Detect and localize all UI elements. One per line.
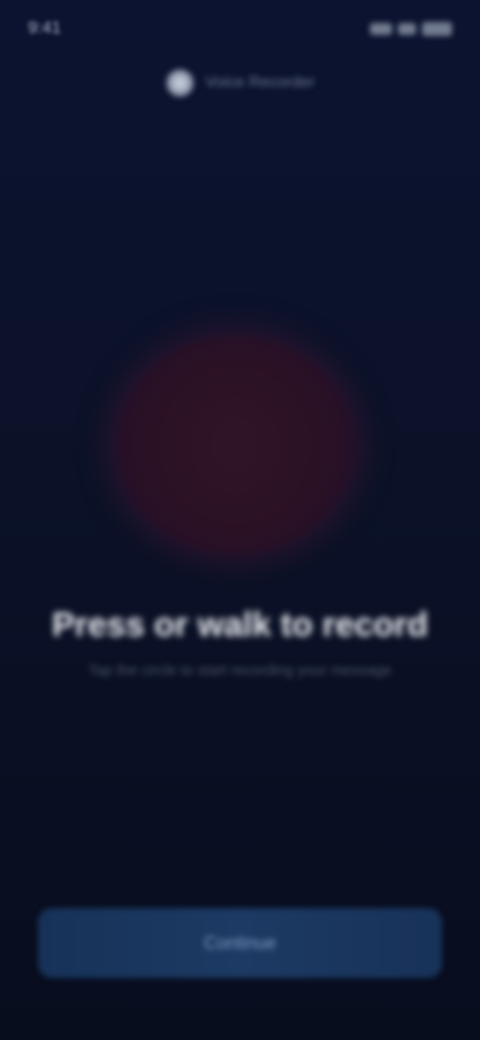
prompt-title: Press or walk to record: [51, 606, 429, 644]
battery-icon: [422, 22, 452, 36]
header-title: Voice Recorder: [205, 74, 315, 91]
screen: 9:41 Voice Recorder Press or walk to rec…: [0, 0, 480, 1040]
header: Voice Recorder: [0, 60, 480, 106]
status-bar: 9:41: [0, 0, 480, 60]
wifi-icon: [398, 23, 416, 35]
app-icon: [165, 68, 196, 98]
record-area: [110, 330, 360, 560]
signal-icon: [370, 23, 392, 35]
status-icons: [370, 20, 452, 38]
record-button[interactable]: [115, 335, 355, 555]
prompt-subtitle: Tap the circle to start recording your m…: [88, 662, 392, 679]
status-time: 9:41: [28, 18, 62, 37]
continue-button[interactable]: Continue: [38, 908, 442, 978]
